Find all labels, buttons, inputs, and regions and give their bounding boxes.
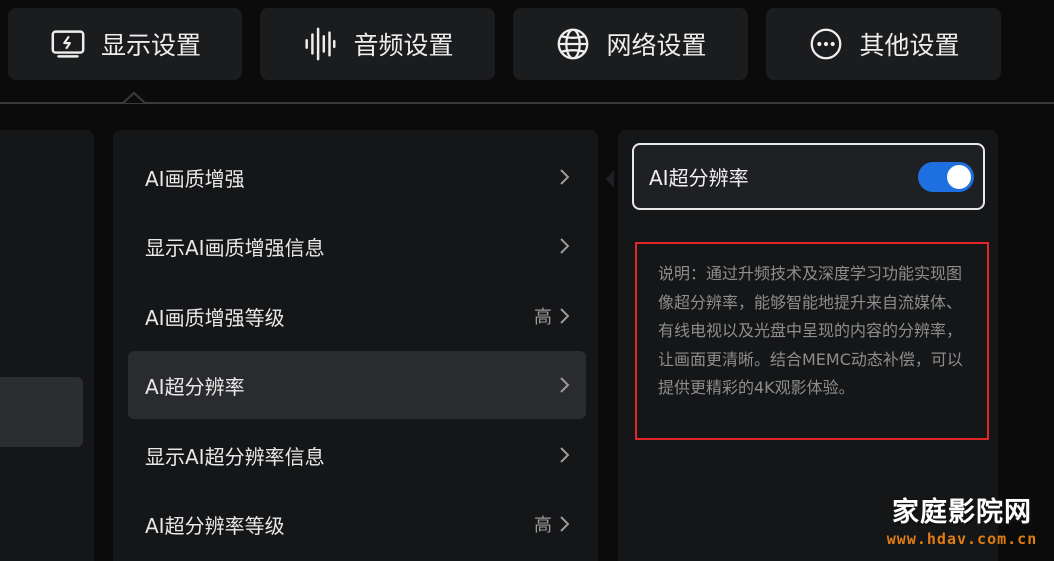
- active-tab-caret-icon: [123, 92, 145, 104]
- menu-item-value: 高: [534, 307, 552, 328]
- menu-item-ai-super-resolution[interactable]: AI超分辨率: [128, 351, 586, 419]
- ai-super-resolution-toggle-row[interactable]: AI超分辨率: [632, 143, 985, 210]
- menu-item-label: AI画质增强等级: [145, 305, 285, 330]
- display-icon: [51, 30, 85, 58]
- audio-waveform-icon: [305, 27, 336, 61]
- tab-network-settings[interactable]: 网络设置: [513, 8, 748, 80]
- chevron-right-icon: [560, 447, 570, 463]
- menu-item-show-ai-super-resolution-info[interactable]: 显示AI超分辨率信息: [128, 421, 586, 489]
- tab-display-settings[interactable]: 显示设置: [8, 8, 242, 80]
- chevron-right-icon: [560, 169, 570, 185]
- menu-item-label: AI画质增强: [145, 166, 245, 191]
- tab-audio-settings[interactable]: 音频设置: [260, 8, 495, 80]
- settings-screen: 显示设置 音频设置 网络设置 其他设置 AI画质增强 显示AI画质增强信息 AI…: [0, 0, 1054, 561]
- menu-item-label: 显示AI超分辨率信息: [145, 444, 325, 469]
- tab-divider: [0, 102, 1054, 104]
- toggle-label: AI超分辨率: [649, 166, 749, 190]
- menu-item-label: AI超分辨率: [145, 374, 245, 399]
- menu-item-value: 高: [534, 515, 552, 536]
- menu-item-ai-picture-level[interactable]: AI画质增强等级 高: [128, 282, 586, 350]
- menu-item-ai-super-resolution-level[interactable]: AI超分辨率等级 高: [128, 490, 586, 558]
- chevron-right-icon: [560, 516, 570, 532]
- watermark: 家庭影院网 www.hdav.com.cn: [872, 497, 1052, 557]
- tab-other-settings[interactable]: 其他设置: [766, 8, 1001, 80]
- chevron-right-icon: [560, 377, 570, 393]
- left-panel-selected-item[interactable]: [0, 377, 83, 447]
- ai-super-resolution-switch[interactable]: [918, 161, 974, 192]
- tab-label: 显示设置: [100, 31, 201, 60]
- watermark-url: www.hdav.com.cn: [886, 530, 1038, 548]
- menu-item-label: AI超分辨率等级: [145, 513, 285, 538]
- chevron-right-icon: [560, 238, 570, 254]
- tab-label: 其他设置: [859, 31, 960, 60]
- tab-label: 网络设置: [606, 31, 707, 60]
- menu-item-ai-picture-enhance[interactable]: AI画质增强: [128, 143, 586, 211]
- menu-item-label: 显示AI画质增强信息: [145, 235, 325, 260]
- chevron-right-icon: [560, 308, 570, 324]
- more-dots-icon: [811, 28, 842, 60]
- globe-icon: [558, 28, 589, 60]
- description-text: 说明：通过升频技术及深度学习功能实现图像超分辨率，能够智能地提升来自流媒体、有线…: [635, 242, 989, 440]
- left-category-panel: [0, 130, 94, 561]
- menu-item-show-ai-picture-info[interactable]: 显示AI画质增强信息: [128, 212, 586, 280]
- switch-knob: [947, 164, 971, 189]
- submenu-pointer-icon: [606, 170, 614, 188]
- watermark-title: 家庭影院网: [892, 497, 1032, 528]
- tab-label: 音频设置: [353, 31, 454, 60]
